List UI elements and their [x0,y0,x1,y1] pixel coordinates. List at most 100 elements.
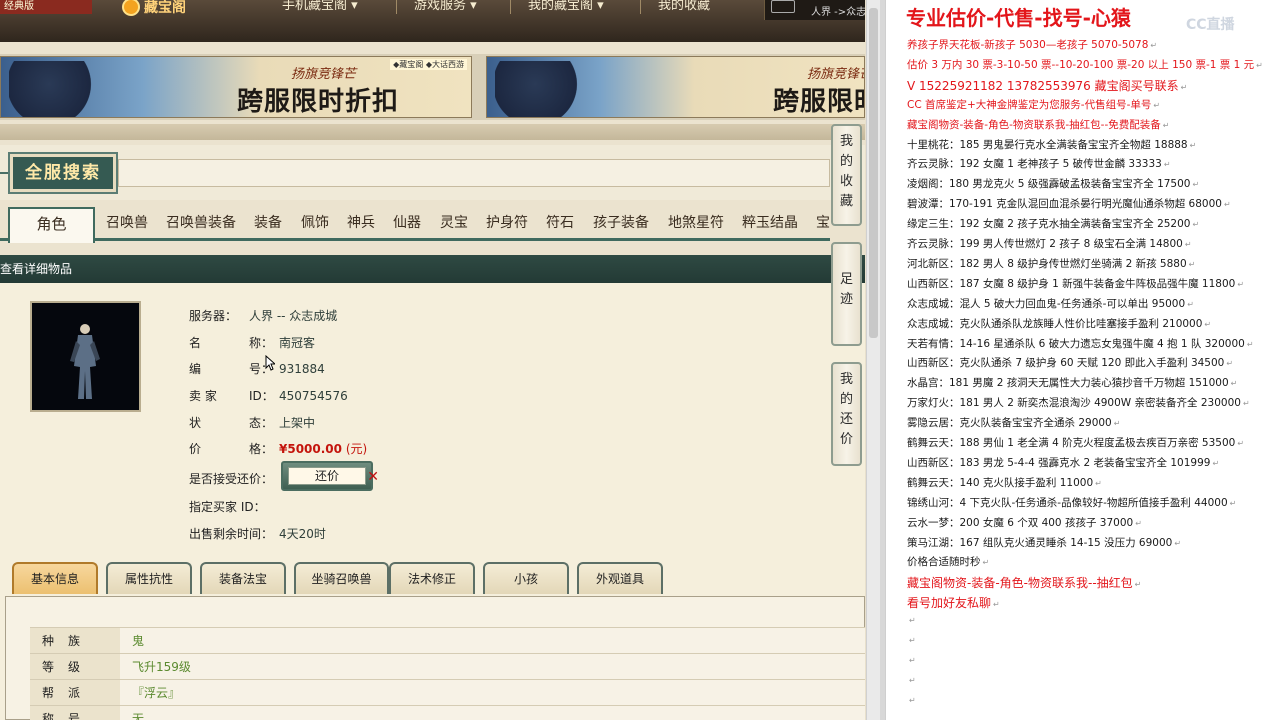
tab-child-equipment[interactable]: 孩子装备 [593,211,649,239]
tab-immortal-tool[interactable]: 仙器 [393,211,421,239]
paragraph-mark-icon: ↵ [909,616,916,626]
paragraph-mark-icon: ↵ [1226,359,1234,369]
note-line: ↵ [907,634,916,646]
note-line: 估价 3 万内 30 票-3-10-50 票--10-20-100 票-20 以… [907,57,1263,72]
paragraph-mark-icon: ↵ [1212,458,1220,468]
note-line: 山西新区：187 女魔 8 级护身 1 新强牛装备金牛阵极品强牛魔 11800 ↵ [907,276,1244,291]
note-line-text: 众志成城：混人 5 破大力回血鬼-任务通杀-可以单出 95000 [907,297,1186,310]
cbg-logo[interactable]: 藏宝阁 [122,0,232,16]
nav-my-cbg[interactable]: 我的藏宝阁 ▾ [528,0,604,14]
note-line-text: 河北新区：182 男人 8 级护身传世燃灯坐骑满 2 新孩 5880 [907,257,1187,270]
server-selector[interactable]: 人界 ->众志 [764,0,865,20]
character-figure-icon [70,324,100,399]
tab-accessory[interactable]: 佩饰 [301,211,329,239]
note-line-text: 藏宝阁物资-装备-角色-物资联系我--抽红包 [907,576,1133,591]
paragraph-mark-icon: ↵ [1204,319,1212,329]
note-line: 云水一梦：200 女魔 6 个双 400 孩孩子 37000 ↵ [907,515,1142,530]
nav-mobile-cbg[interactable]: 手机藏宝阁 ▾ [282,0,358,14]
mouse-cursor-icon [265,355,275,371]
paragraph-mark-icon: ↵ [1237,279,1245,289]
note-line: 天若有情：14-16 星通杀队 6 破大力遗忘女鬼强牛魔 4 抱 1 队 320… [907,336,1254,351]
tab-equipment[interactable]: 装备 [254,211,282,239]
tab-child[interactable]: 小孩 [483,562,569,594]
note-line: 河北新区：182 男人 8 级护身传世燃灯坐骑满 2 新孩 5880 ↵ [907,256,1195,271]
promo-banner[interactable]: 扬旗竞锋芒 跨服限时折扣 ◆藏宝阁 ◆大话西游 [0,56,472,118]
price-row: 价 格： ¥5000.00 (元) [189,440,367,457]
seller-row: 卖 家 ID： 450754576 [189,387,348,404]
tab-amulet[interactable]: 护身符 [486,211,528,239]
global-search-label: 全服搜索 [25,163,101,183]
stream-watermark: CC直播 [1186,17,1235,33]
attribute-key: 帮派 [30,679,120,706]
note-line-text: 价格合适随时秒 [907,556,981,569]
tab-jade-crystal[interactable]: 粹玉结晶 [742,211,798,239]
nav-game-service[interactable]: 游戏服务 ▾ [414,0,477,14]
paragraph-mark-icon: ↵ [1230,379,1238,389]
paragraph-mark-icon: ↵ [1163,160,1171,170]
paragraph-mark-icon: ↵ [1095,478,1102,488]
paragraph-mark-icon: ↵ [1187,299,1194,309]
note-line-text: 十里桃花：185 男鬼晏行克水全满装备宝宝齐全物超 18888 [907,138,1188,151]
close-icon[interactable]: ✕ [367,469,379,485]
detail-header: 查看详细物品 [0,255,865,283]
server-value: 人界 -- 众志成城 [249,309,338,323]
search-accent-line [0,172,10,174]
offer-button[interactable]: 还价 ✕ [281,461,379,491]
tab-pet[interactable]: 召唤兽 [106,211,148,239]
tab-basic-info[interactable]: 基本信息 [12,562,98,594]
scrollbar-thumb[interactable] [869,8,878,338]
category-tabs: 角色 召唤兽 召唤兽装备 装备 佩饰 神兵 仙器 灵宝 护身符 符石 孩子装备 … [0,205,830,243]
tab-rune-stone[interactable]: 符石 [546,211,574,239]
note-line-text: 锦绣山河：4 下克火队-任务通杀-品像较好-物超所值接手盈利 44000 [907,496,1228,509]
nav-separator [510,0,511,14]
tab-appearance[interactable]: 外观道具 [577,562,663,594]
side-button-my-offers[interactable]: 我的还价 [831,362,862,466]
paragraph-mark-icon: ↵ [1150,41,1158,50]
banner-hero-image [9,61,109,117]
tab-pet-equipment[interactable]: 召唤兽装备 [166,211,236,239]
tab-treasure[interactable]: 宝 [816,211,830,239]
price-label: 价 [189,442,202,456]
paragraph-mark-icon: ↵ [1188,259,1196,269]
note-line-text: 天若有情：14-16 星通杀队 6 破大力遗忘女鬼强牛魔 4 抱 1 队 320… [907,337,1245,350]
banner-title: 跨服限时折扣 [237,87,400,117]
notes-title: 专业估价-代售-找号-心猿 [906,6,1131,30]
notes-document[interactable]: 专业估价-代售-找号-心猿 CC直播 养孩子界天花板-新孩子 5030—老孩子 … [885,0,1280,720]
note-line: 万家灯火：181 男人 2 新奕杰混浪淘沙 4900W 亲密装备齐全 23000… [907,395,1250,410]
note-line-text: 齐云灵脉：199 男人传世燃灯 2 孩子 8 级宝石全满 14800 [907,238,1183,250]
side-button-footprint[interactable]: 足迹 [831,242,862,346]
cbg-logo-text: 藏宝阁 [144,0,186,16]
tab-divine-weapon[interactable]: 神兵 [347,211,375,239]
global-search-bar[interactable] [118,159,830,187]
id-label: 编 [189,362,202,376]
global-search-badge[interactable]: 全服搜索 [8,152,118,194]
note-line-text: 凌烟阁：180 男龙克火 5 级强霹破孟极装备宝宝齐全 17500 [907,178,1191,191]
promo-banner[interactable]: 扬旗竞锋芒 跨服限时 [486,56,865,118]
tab-equipment-treasure[interactable]: 装备法宝 [200,562,286,594]
tab-star-talisman[interactable]: 地煞星符 [668,211,724,239]
side-button-favorites[interactable]: 我的收藏 [831,124,862,226]
tab-mount-pet[interactable]: 坐骑召唤兽 [294,562,389,594]
cbg-logo-icon [122,0,140,16]
tab-spirit-treasure[interactable]: 灵宝 [440,211,468,239]
name-label: 名 [189,336,202,350]
attribute-key: 等级 [30,653,120,680]
tab-spell-correction[interactable]: 法术修正 [389,562,475,594]
attribute-value: 鬼 [120,627,865,654]
paragraph-mark-icon: ↵ [1135,518,1142,528]
banner-title: 跨服限时 [773,87,864,117]
note-line: V 15225921182 13782553976 藏宝阁买号联系 ↵ [907,77,1187,94]
paragraph-mark-icon: ↵ [1162,120,1170,130]
promo-banners: 扬旗竞锋芒 跨服限时折扣 ◆藏宝阁 ◆大话西游 扬旗竞锋芒 跨服限时 [0,54,865,120]
page-scrollbar[interactable] [866,0,880,720]
note-line-text: 山西新区：克火队通杀 7 级护身 60 天赋 120 即此入手盈利 34500 [907,357,1225,370]
global-search: 全服搜索 [0,145,865,200]
tab-role[interactable]: 角色 [8,207,95,243]
game-logo[interactable]: 经典版 [0,0,92,14]
cbg-web-page: 经典版 藏宝阁 手机藏宝阁 ▾ 游戏服务 ▾ 我的藏宝阁 ▾ 我的收藏 人界 -… [0,0,865,720]
nav-my-favorites[interactable]: 我的收藏 [658,0,710,14]
note-line: 碧波潭：170-191 克金队混回血混杀晏行明光魔仙通杀物超 68000 ↵ [907,196,1231,211]
tab-attributes[interactable]: 属性抗性 [106,562,192,594]
note-line-text: 策马江湖：167 组队克火通灵睡杀 14-15 没压力 69000 [907,536,1173,549]
note-line-text: 水晶宫：181 男魔 2 孩洞天无属性大力装心猿抄音千万物超 151000 [907,377,1229,390]
